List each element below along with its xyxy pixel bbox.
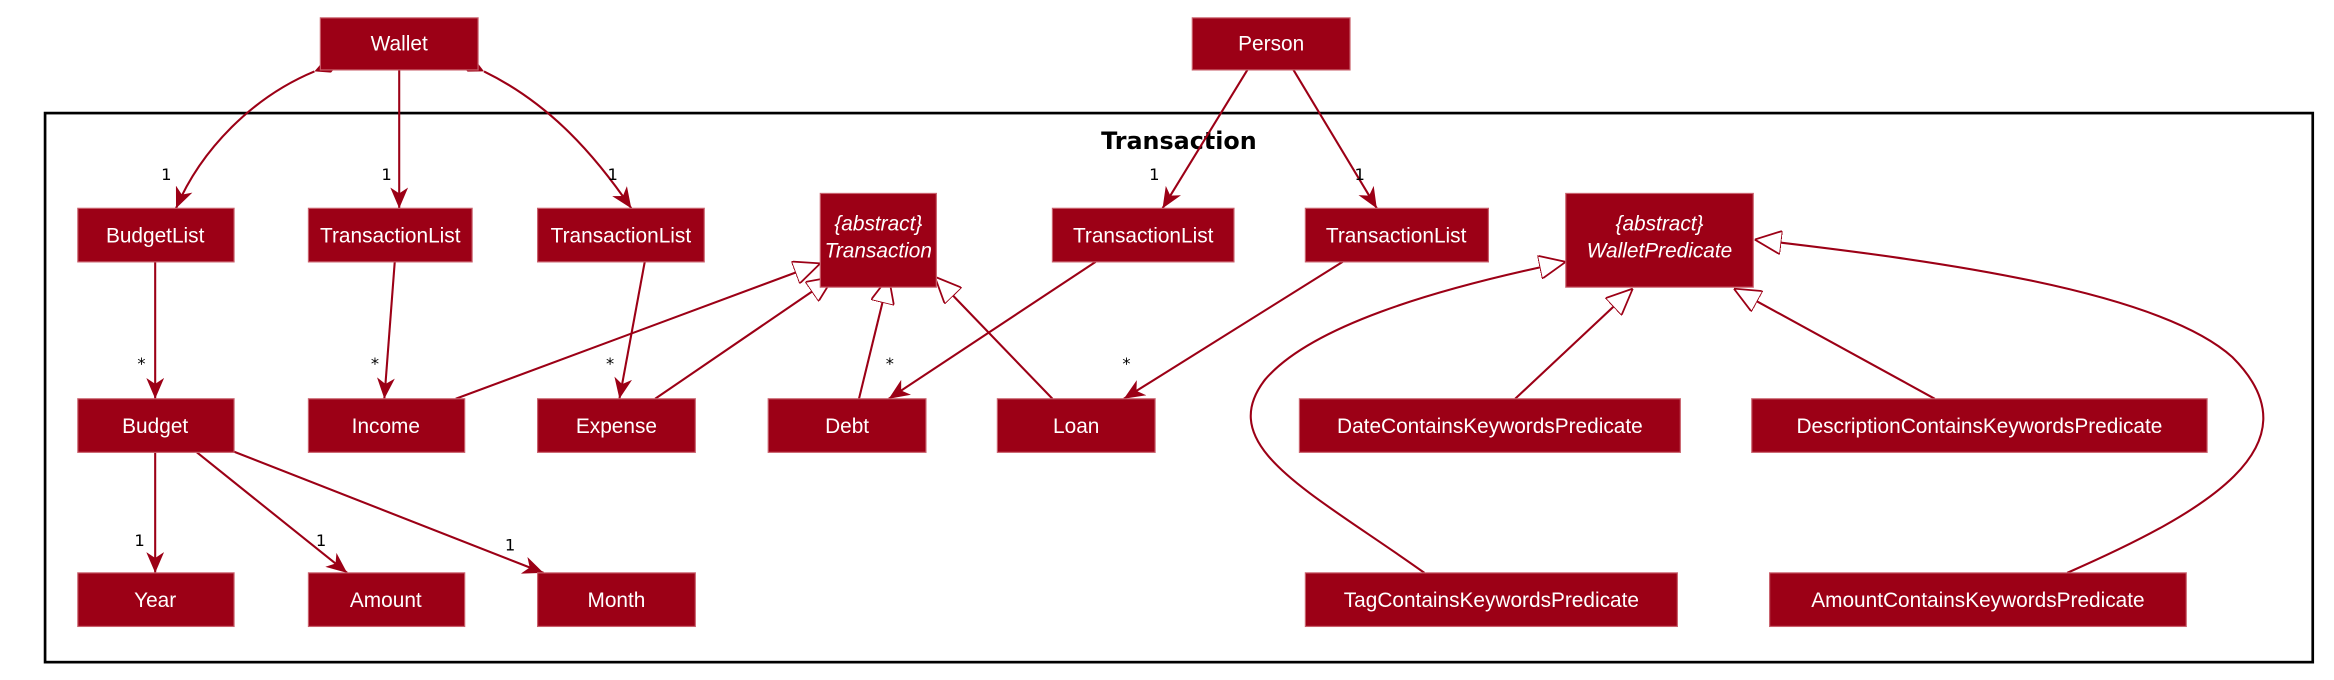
edge-income-transaction bbox=[455, 263, 821, 400]
edge-wallet-budgetlist bbox=[175, 58, 342, 209]
class-label: BudgetList bbox=[106, 225, 205, 248]
edge-expense-transaction bbox=[654, 277, 834, 400]
class-stereotype: {abstract} bbox=[1616, 213, 1704, 236]
mult-tl1-income: * bbox=[371, 354, 379, 373]
class-transactionlist-3[interactable]: TransactionList bbox=[1051, 207, 1235, 263]
edge-loan-transaction bbox=[935, 277, 1054, 400]
class-date-predicate[interactable]: DateContainsKeywordsPredicate bbox=[1298, 398, 1681, 453]
class-transactionlist-2[interactable]: TransactionList bbox=[536, 207, 705, 263]
edge-budget-amount bbox=[173, 433, 348, 574]
class-amount[interactable]: Amount bbox=[307, 572, 466, 628]
class-label: TransactionList bbox=[1073, 225, 1214, 248]
class-label: Amount bbox=[350, 589, 422, 612]
class-description-predicate[interactable]: DescriptionContainsKeywordsPredicate bbox=[1751, 398, 2208, 453]
mult-tl4-loan: * bbox=[1122, 354, 1130, 373]
class-budget[interactable]: Budget bbox=[77, 398, 235, 453]
edge-transactionlist-loan bbox=[1123, 262, 1343, 400]
package-title: Transaction bbox=[1101, 127, 1257, 155]
class-label: Income bbox=[352, 415, 420, 438]
class-person[interactable]: Person bbox=[1191, 17, 1351, 71]
class-label: TransactionList bbox=[1326, 225, 1467, 248]
class-label: Month bbox=[588, 589, 646, 612]
class-income[interactable]: Income bbox=[307, 398, 466, 453]
class-month[interactable]: Month bbox=[536, 572, 696, 628]
class-loan[interactable]: Loan bbox=[996, 398, 1156, 453]
class-label: AmountContainsKeywordsPredicate bbox=[1811, 589, 2144, 612]
edge-transactionlist-income bbox=[384, 262, 394, 399]
edge-date-predicate bbox=[1514, 289, 1633, 400]
mult-wallet-tl1: 1 bbox=[381, 165, 391, 184]
class-label: TransactionList bbox=[320, 225, 461, 248]
class-label: Budget bbox=[122, 415, 188, 438]
mult-tl2-expense: * bbox=[606, 354, 614, 373]
class-label: WalletPredicate bbox=[1587, 239, 1732, 262]
edge-wallet-transactionlist-2 bbox=[457, 58, 633, 209]
class-label: Transaction bbox=[825, 239, 932, 262]
mult-budgetlist-budget: * bbox=[137, 354, 145, 373]
class-label: Loan bbox=[1053, 415, 1099, 438]
mult-person-tl4: 1 bbox=[1354, 165, 1364, 184]
class-label: Debt bbox=[825, 415, 869, 438]
mult-wallet-tl2: 1 bbox=[608, 165, 618, 184]
edge-debt-transaction bbox=[857, 277, 889, 400]
class-wallet[interactable]: Wallet bbox=[319, 17, 479, 71]
edge-budget-month bbox=[200, 437, 544, 574]
mult-wallet-budgetlist: 1 bbox=[161, 165, 171, 184]
class-year[interactable]: Year bbox=[77, 572, 235, 628]
mult-person-tl3: 1 bbox=[1149, 165, 1159, 184]
class-amount-predicate[interactable]: AmountContainsKeywordsPredicate bbox=[1769, 572, 2187, 628]
class-diagram: Transaction 1 1 1 1 1 * * * * * 1 1 1 Wa… bbox=[43, 17, 2315, 664]
class-stereotype: {abstract} bbox=[834, 213, 922, 236]
edge-description-predicate bbox=[1734, 289, 1936, 400]
class-budgetlist[interactable]: BudgetList bbox=[77, 207, 235, 263]
class-label: DateContainsKeywordsPredicate bbox=[1337, 415, 1643, 438]
class-transaction-abstract[interactable]: {abstract} Transaction bbox=[819, 192, 937, 288]
class-label: Expense bbox=[576, 415, 657, 438]
mult-tl3-debt: * bbox=[886, 354, 894, 373]
class-tag-predicate[interactable]: TagContainsKeywordsPredicate bbox=[1304, 572, 1678, 628]
class-label: Year bbox=[134, 589, 176, 612]
class-expense[interactable]: Expense bbox=[536, 398, 696, 453]
class-label: TagContainsKeywordsPredicate bbox=[1344, 589, 1639, 612]
mult-budget-year: 1 bbox=[134, 531, 144, 550]
class-transactionlist-4[interactable]: TransactionList bbox=[1304, 207, 1489, 263]
edge-person-transactionlist-4 bbox=[1278, 44, 1378, 209]
class-debt[interactable]: Debt bbox=[767, 398, 927, 453]
mult-budget-month: 1 bbox=[505, 536, 515, 555]
class-label: Person bbox=[1238, 33, 1304, 56]
class-label: TransactionList bbox=[551, 225, 692, 248]
class-label: DescriptionContainsKeywordsPredicate bbox=[1797, 415, 2163, 438]
mult-budget-amount: 1 bbox=[316, 531, 326, 550]
class-label: Wallet bbox=[371, 33, 428, 56]
class-transactionlist-1[interactable]: TransactionList bbox=[307, 207, 473, 263]
class-walletpredicate-abstract[interactable]: {abstract} WalletPredicate bbox=[1565, 192, 1754, 288]
